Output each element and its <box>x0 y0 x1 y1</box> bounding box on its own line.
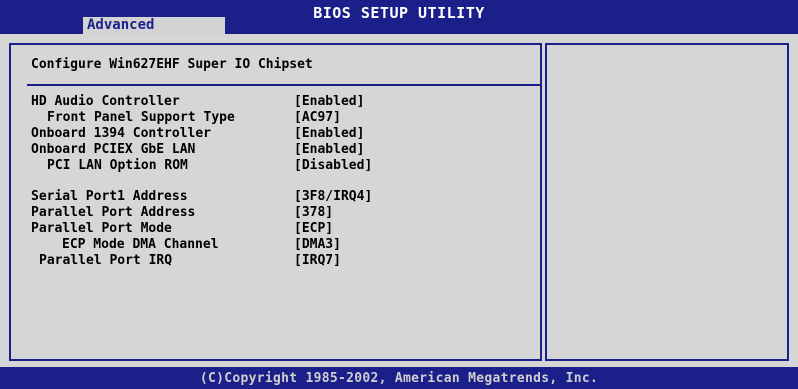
setting-value[interactable]: [3F8/IRQ4] <box>294 189 372 204</box>
footer-bar: (C)Copyright 1985-2002, American Megatre… <box>0 367 798 389</box>
setting-row-front-panel-support-type[interactable]: Front Panel Support Type [AC97] <box>31 110 341 126</box>
setting-label: HD Audio Controller <box>31 94 180 109</box>
setting-value[interactable]: [IRQ7] <box>294 253 341 268</box>
settings-panel: Configure Win627EHF Super IO Chipset HD … <box>9 43 542 361</box>
setting-label: Serial Port1 Address <box>31 189 188 204</box>
setting-value[interactable]: [DMA3] <box>294 237 341 252</box>
setting-value[interactable]: [Enabled] <box>294 94 364 109</box>
title-bar: BIOS SETUP UTILITY Advanced <box>0 0 798 34</box>
setting-row-serial-port1-address[interactable]: Serial Port1 Address [3F8/IRQ4] <box>31 189 372 205</box>
setting-label: PCI LAN Option ROM <box>47 158 188 173</box>
setting-value[interactable]: [Enabled] <box>294 126 364 141</box>
setting-value[interactable]: [ECP] <box>294 221 333 236</box>
help-panel <box>545 43 789 361</box>
setting-label: Onboard 1394 Controller <box>31 126 212 141</box>
setting-row-hd-audio-controller[interactable]: HD Audio Controller [Enabled] <box>31 94 364 110</box>
section-title: Configure Win627EHF Super IO Chipset <box>31 57 313 72</box>
setting-value[interactable]: [Enabled] <box>294 142 364 157</box>
setting-row-parallel-port-irq[interactable]: Parallel Port IRQ [IRQ7] <box>31 253 341 269</box>
setting-row-parallel-port-mode[interactable]: Parallel Port Mode [ECP] <box>31 221 333 237</box>
setting-value[interactable]: [Disabled] <box>294 158 372 173</box>
setting-value[interactable]: [AC97] <box>294 110 341 125</box>
setting-row-parallel-port-address[interactable]: Parallel Port Address [378] <box>31 205 333 221</box>
setting-row-pci-lan-option-rom[interactable]: PCI LAN Option ROM [Disabled] <box>31 158 372 174</box>
setting-label: Parallel Port IRQ <box>39 253 173 268</box>
setting-label: Parallel Port Mode <box>31 221 172 236</box>
section-divider <box>27 84 541 86</box>
setting-label: ECP Mode DMA Channel <box>62 237 219 252</box>
setting-label: Front Panel Support Type <box>47 110 235 125</box>
setting-row-onboard-1394-controller[interactable]: Onboard 1394 Controller [Enabled] <box>31 126 364 142</box>
setting-row-ecp-mode-dma-channel[interactable]: ECP Mode DMA Channel [DMA3] <box>31 237 341 253</box>
setting-row-onboard-pciex-gbe-lan[interactable]: Onboard PCIEX GbE LAN [Enabled] <box>31 142 364 158</box>
setting-label: Parallel Port Address <box>31 205 196 220</box>
tab-advanced[interactable]: Advanced <box>83 17 225 34</box>
setting-value[interactable]: [378] <box>294 205 333 220</box>
main-area: Configure Win627EHF Super IO Chipset HD … <box>0 34 798 367</box>
setting-label: Onboard PCIEX GbE LAN <box>31 142 196 157</box>
copyright-text: (C)Copyright 1985-2002, American Megatre… <box>199 371 599 386</box>
